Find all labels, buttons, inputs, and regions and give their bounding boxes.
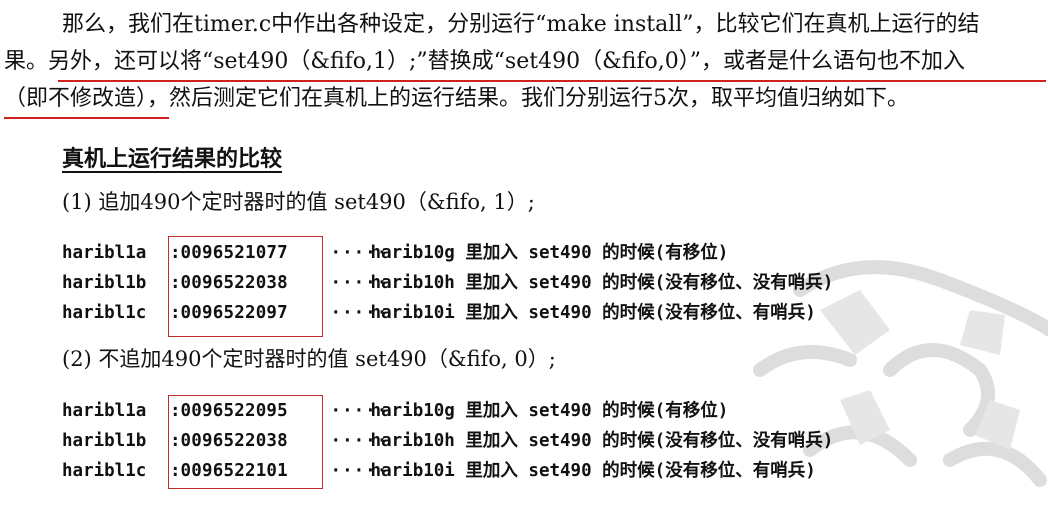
- code-description: harib10i 里加入 set490 的时候(没有移位、有哨兵): [370, 303, 816, 323]
- code-name: haribl1b: [62, 431, 147, 451]
- case-1-label: (1) 追加490个定时器时的值 set490（&fifo, 1）;: [62, 190, 535, 214]
- code-dots: ·····: [330, 243, 389, 263]
- code-description: harib10g 里加入 set490 的时候(有移位): [370, 243, 729, 263]
- code-dots: ·····: [330, 303, 389, 323]
- code-description: harib10h 里加入 set490 的时候(没有移位、没有哨兵): [370, 273, 834, 293]
- intro-paragraph: 那么，我们在timer.c中作出各种设定，分别运行“make install”，…: [0, 6, 1048, 117]
- code-dots: ·····: [330, 461, 389, 481]
- code-name: haribl1c: [62, 461, 147, 481]
- code-description: harib10i 里加入 set490 的时候(没有移位、有哨兵): [370, 461, 816, 481]
- code-dots: ·····: [330, 273, 389, 293]
- document-page: 那么，我们在timer.c中作出各种设定，分别运行“make install”，…: [0, 0, 1048, 491]
- section-heading: 真机上运行结果的比较: [62, 146, 283, 172]
- code-name: haribl1a: [62, 401, 147, 421]
- red-underline-1: [58, 80, 1046, 82]
- case-2-label: (2) 不追加490个定时器时的值 set490（&fifo, 0）;: [62, 347, 556, 371]
- code-name: haribl1c: [62, 303, 147, 323]
- code-dots: ·····: [330, 431, 389, 451]
- code-dots: ·····: [330, 401, 389, 421]
- intro-line-3: （即不修改造），然后测定它们在真机上的运行结果。我们分别运行5次，取平均值归纳如…: [4, 86, 910, 111]
- code-name: haribl1a: [62, 243, 147, 263]
- highlight-box-1: [168, 236, 323, 337]
- code-name: haribl1b: [62, 273, 147, 293]
- code-description: harib10g 里加入 set490 的时候(有移位): [370, 401, 729, 421]
- highlight-box-2: [168, 395, 323, 489]
- code-description: harib10h 里加入 set490 的时候(没有移位、没有哨兵): [370, 431, 834, 451]
- intro-line-2: 果。另外，还可以将“set490（&fifo,1）;”替换成“set490（&f…: [4, 49, 965, 74]
- intro-line-1: 那么，我们在timer.c中作出各种设定，分别运行“make install”，…: [62, 12, 980, 37]
- red-underline-2: [4, 117, 169, 119]
